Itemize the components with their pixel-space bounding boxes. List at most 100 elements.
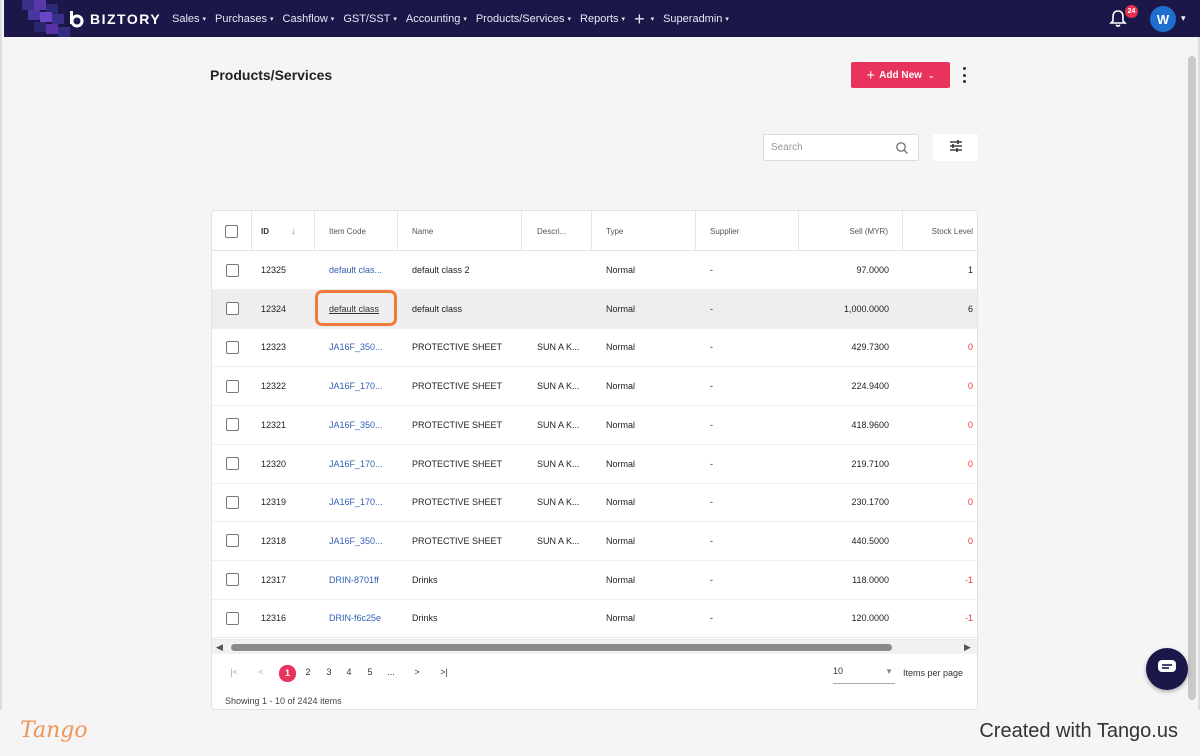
- select-all-checkbox[interactable]: [225, 224, 238, 238]
- table-row[interactable]: 12318 JA16F_350... PROTECTIVE SHEET SUN A K…: [212, 522, 977, 561]
- row-checkbox[interactable]: [225, 534, 239, 548]
- row-checkbox[interactable]: [225, 573, 239, 587]
- more-options-icon[interactable]: [959, 67, 969, 83]
- menu-products-services[interactable]: Products/Services ▾: [476, 13, 571, 25]
- header-stock[interactable]: Stock Level: [903, 211, 977, 251]
- top-nav: BIZTORY Sales ▾ Purchases ▾ Cashflow ▾ GST/…: [4, 0, 1200, 37]
- chevron-down-icon[interactable]: ▾: [1181, 13, 1186, 24]
- row-checkbox[interactable]: [225, 263, 239, 277]
- table-row[interactable]: 12317 DRIN-8701ff Drinks Normal - 118.0000 -1: [212, 561, 977, 600]
- cell-supplier: -: [710, 497, 713, 508]
- cell-supplier: -: [710, 419, 713, 430]
- row-checkbox[interactable]: [225, 611, 239, 625]
- page-button-1[interactable]: 1: [279, 665, 296, 682]
- header-sell[interactable]: Sell (MYR): [799, 211, 903, 251]
- header-description[interactable]: Descri...: [522, 211, 592, 251]
- menu-sales[interactable]: Sales ▾: [172, 13, 206, 25]
- cell-item-code[interactable]: default clas...: [315, 251, 398, 289]
- page-button-5[interactable]: 5: [362, 667, 378, 677]
- row-checkbox[interactable]: [225, 495, 239, 509]
- cell-item-code[interactable]: JA16F_170...: [315, 445, 398, 483]
- page-ellipsis[interactable]: ...: [383, 667, 399, 677]
- cell-id: 12316: [261, 613, 287, 624]
- cell-stock: 1: [967, 265, 973, 275]
- filter-button[interactable]: [933, 134, 978, 161]
- prev-page-button[interactable]: <: [253, 667, 269, 677]
- sort-down-icon[interactable]: ↓: [291, 226, 296, 236]
- menu-purchases[interactable]: Purchases ▾: [215, 13, 274, 25]
- menu-accounting[interactable]: Accounting ▾: [406, 13, 467, 25]
- table-header: ID ↓ Item Code Name Descri... Type Suppl…: [212, 211, 977, 251]
- cell-sell: 230.1700: [851, 497, 889, 508]
- menu-gst-sst[interactable]: GST/SST ▾: [343, 13, 397, 25]
- cell-supplier: -: [710, 381, 713, 392]
- table-row[interactable]: 12319 JA16F_170... PROTECTIVE SHEET SUN A K…: [212, 483, 977, 523]
- tango-credit: Created with Tango.us: [979, 720, 1178, 742]
- table-row[interactable]: 12316 DRIN-f6c25e Drinks Normal - 120.0000 -1: [212, 599, 977, 639]
- page-button-4[interactable]: 4: [341, 667, 357, 677]
- scroll-left-icon[interactable]: ◀: [216, 642, 223, 653]
- next-page-button[interactable]: >: [409, 667, 425, 677]
- items-per-page-label: Items per page: [903, 668, 964, 678]
- cell-item-code[interactable]: JA16F_350...: [315, 522, 398, 560]
- cell-item-code[interactable]: JA16F_350...: [315, 328, 398, 366]
- tango-footer: Tango Created with Tango.us: [0, 710, 1200, 756]
- menu-superadmin[interactable]: Superadmin ▾: [663, 13, 729, 25]
- cell-sell: 418.9600: [851, 419, 889, 430]
- page-scrollbar[interactable]: [1188, 56, 1196, 700]
- search-icon[interactable]: [895, 141, 909, 155]
- chat-button[interactable]: [1146, 648, 1188, 690]
- table-row[interactable]: 12323 JA16F_350... PROTECTIVE SHEET SUN A K…: [212, 328, 977, 368]
- cell-stock: 0: [967, 419, 973, 430]
- header-item-code[interactable]: Item Code: [315, 211, 398, 251]
- cell-id: 12325: [261, 265, 287, 275]
- header-type[interactable]: Type: [592, 211, 696, 251]
- menu-reports[interactable]: Reports ▾: [580, 13, 625, 25]
- chevron-down-icon: ▾: [725, 15, 729, 23]
- cell-id: 12321: [261, 419, 287, 430]
- page-button-2[interactable]: 2: [300, 667, 316, 677]
- table-row[interactable]: 12321 JA16F_350... PROTECTIVE SHEET SUN A K…: [212, 406, 977, 445]
- cell-name: default class: [412, 303, 463, 314]
- cell-description: SUN A K...: [537, 497, 580, 508]
- add-new-button[interactable]: + Add New ⌄: [851, 62, 950, 88]
- header-name-label: Name: [412, 226, 434, 236]
- row-select-cell: [212, 406, 252, 444]
- table-row[interactable]: 12322 JA16F_170... PROTECTIVE SHEET SUN A K…: [212, 367, 977, 407]
- row-checkbox[interactable]: [225, 302, 239, 316]
- cell-item-code[interactable]: JA16F_350...: [315, 406, 398, 444]
- chevron-down-icon: ▾: [270, 15, 274, 23]
- row-checkbox[interactable]: [225, 418, 239, 432]
- table-row[interactable]: 12320 JA16F_170... PROTECTIVE SHEET SUN A K…: [212, 445, 977, 484]
- horizontal-scrollbar[interactable]: ◀ ▶: [212, 639, 977, 654]
- row-checkbox[interactable]: [225, 379, 239, 393]
- header-name[interactable]: Name: [398, 211, 522, 251]
- cell-sell: 1,000.0000: [843, 303, 889, 314]
- header-id[interactable]: ID ↓: [252, 211, 315, 251]
- cell-item-code[interactable]: DRIN-8701ff: [315, 561, 398, 599]
- row-checkbox[interactable]: [225, 457, 239, 470]
- scrollbar-thumb[interactable]: [231, 644, 892, 651]
- scroll-right-icon[interactable]: ▶: [964, 642, 971, 653]
- cell-item-code[interactable]: JA16F_170...: [315, 367, 398, 405]
- first-page-button[interactable]: |<: [226, 667, 242, 677]
- cell-description: SUN A K...: [537, 381, 580, 392]
- cell-description: SUN A K...: [537, 535, 580, 546]
- menu-cashflow[interactable]: Cashflow ▾: [283, 13, 335, 25]
- brand-name: BIZTORY: [90, 11, 162, 27]
- search-input[interactable]: [771, 135, 891, 160]
- table-row[interactable]: 12325 default clas... default class 2 Norma…: [212, 251, 977, 290]
- cell-type: Normal: [606, 381, 636, 392]
- cell-item-code[interactable]: JA16F_170...: [315, 483, 398, 521]
- items-per-page-select[interactable]: 10 ▼: [833, 666, 895, 684]
- avatar[interactable]: W: [1150, 6, 1176, 32]
- cell-type: Normal: [606, 419, 636, 430]
- page-button-3[interactable]: 3: [321, 667, 337, 677]
- menu-quick-add[interactable]: + ▾: [634, 10, 654, 28]
- header-supplier[interactable]: Supplier: [696, 211, 799, 251]
- last-page-button[interactable]: >|: [436, 667, 452, 677]
- row-checkbox[interactable]: [225, 340, 239, 354]
- cell-sell: 120.0000: [851, 613, 889, 624]
- cell-item-code[interactable]: DRIN-f6c25e: [315, 599, 398, 637]
- brand-logo[interactable]: BIZTORY: [67, 10, 161, 28]
